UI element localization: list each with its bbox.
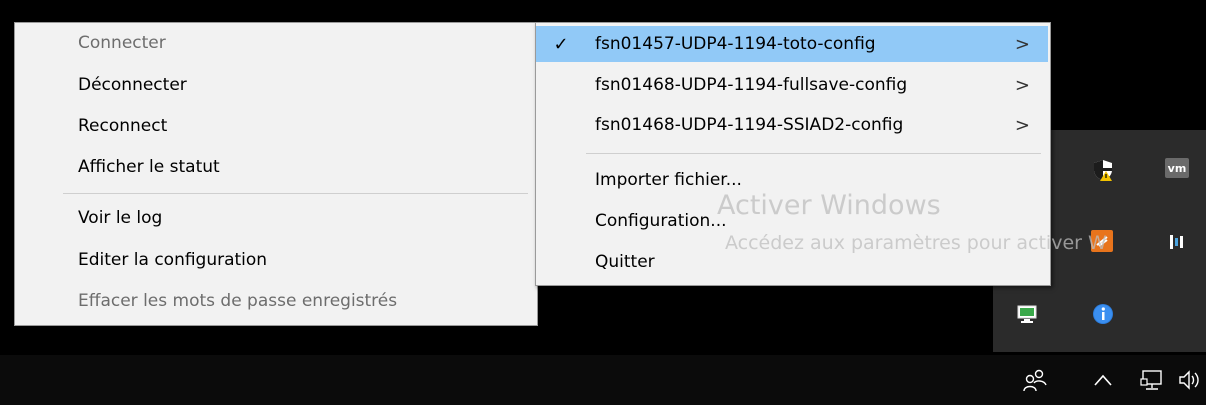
- chevron-right-icon: >: [1014, 74, 1030, 96]
- info-icon[interactable]: [1091, 302, 1115, 326]
- volume-icon[interactable]: [1178, 365, 1204, 395]
- menu-item-reconnect[interactable]: Reconnect: [15, 108, 535, 144]
- chevron-right-icon: >: [1014, 114, 1030, 136]
- config-item-label: fsn01457-UDP4-1194-toto-config: [595, 34, 876, 54]
- menu-item-label: Reconnect: [78, 116, 168, 136]
- chevron-right-icon: >: [1014, 33, 1030, 55]
- vmware-icon[interactable]: vm: [1165, 158, 1189, 178]
- menu-item-configuration[interactable]: Configuration...: [536, 203, 1048, 239]
- menu-item-label: Editer la configuration: [78, 250, 268, 270]
- network-icon[interactable]: [1140, 365, 1164, 395]
- menu-separator: [586, 153, 1041, 154]
- menu-item-clear-passwords[interactable]: Effacer les mots de passe enregistrés: [15, 283, 535, 319]
- menu-item-edit-config[interactable]: Editer la configuration: [15, 242, 535, 278]
- menu-item-label: Importer fichier...: [595, 170, 742, 190]
- menu-item-disconnect[interactable]: Déconnecter: [15, 67, 535, 103]
- menu-item-label: Déconnecter: [78, 75, 187, 95]
- people-icon[interactable]: [1022, 365, 1048, 395]
- openvpn-context-menu: Connecter Déconnecter Reconnect Afficher…: [14, 22, 538, 326]
- chevron-up-icon[interactable]: [1093, 365, 1113, 395]
- config-item-fullsave[interactable]: fsn01468-UDP4-1194-fullsave-config >: [536, 67, 1048, 103]
- menu-item-label: Afficher le statut: [78, 157, 220, 177]
- vmware-label: vm: [1167, 161, 1187, 175]
- menu-separator: [63, 193, 528, 194]
- menu-item-label: Configuration...: [595, 211, 727, 231]
- menu-item-view-log[interactable]: Voir le log: [15, 200, 535, 236]
- config-item-label: fsn01468-UDP4-1194-SSIAD2-config: [595, 115, 904, 135]
- menu-item-import-file[interactable]: Importer fichier...: [536, 162, 1048, 198]
- checkmark-icon: ✓: [553, 33, 569, 55]
- config-item-toto[interactable]: ✓ fsn01457-UDP4-1194-toto-config >: [536, 26, 1048, 62]
- menu-item-label: Effacer les mots de passe enregistrés: [78, 291, 398, 311]
- openvpn-config-menu: ✓ fsn01457-UDP4-1194-toto-config > fsn01…: [535, 22, 1051, 286]
- app-blue-bars-icon[interactable]: [1165, 230, 1189, 254]
- security-warning-icon[interactable]: [1091, 158, 1115, 182]
- app-orange-icon[interactable]: [1091, 230, 1113, 252]
- menu-item-label: Voir le log: [78, 208, 163, 228]
- menu-item-label: Quitter: [595, 252, 655, 272]
- network-monitor-icon[interactable]: [1015, 302, 1039, 326]
- config-item-ssiad2[interactable]: fsn01468-UDP4-1194-SSIAD2-config >: [536, 107, 1048, 143]
- menu-item-quit[interactable]: Quitter: [536, 244, 1048, 280]
- menu-item-label: Connecter: [78, 33, 166, 53]
- menu-item-show-status[interactable]: Afficher le statut: [15, 149, 535, 185]
- config-item-label: fsn01468-UDP4-1194-fullsave-config: [595, 75, 908, 95]
- menu-item-connect[interactable]: Connecter: [15, 25, 535, 61]
